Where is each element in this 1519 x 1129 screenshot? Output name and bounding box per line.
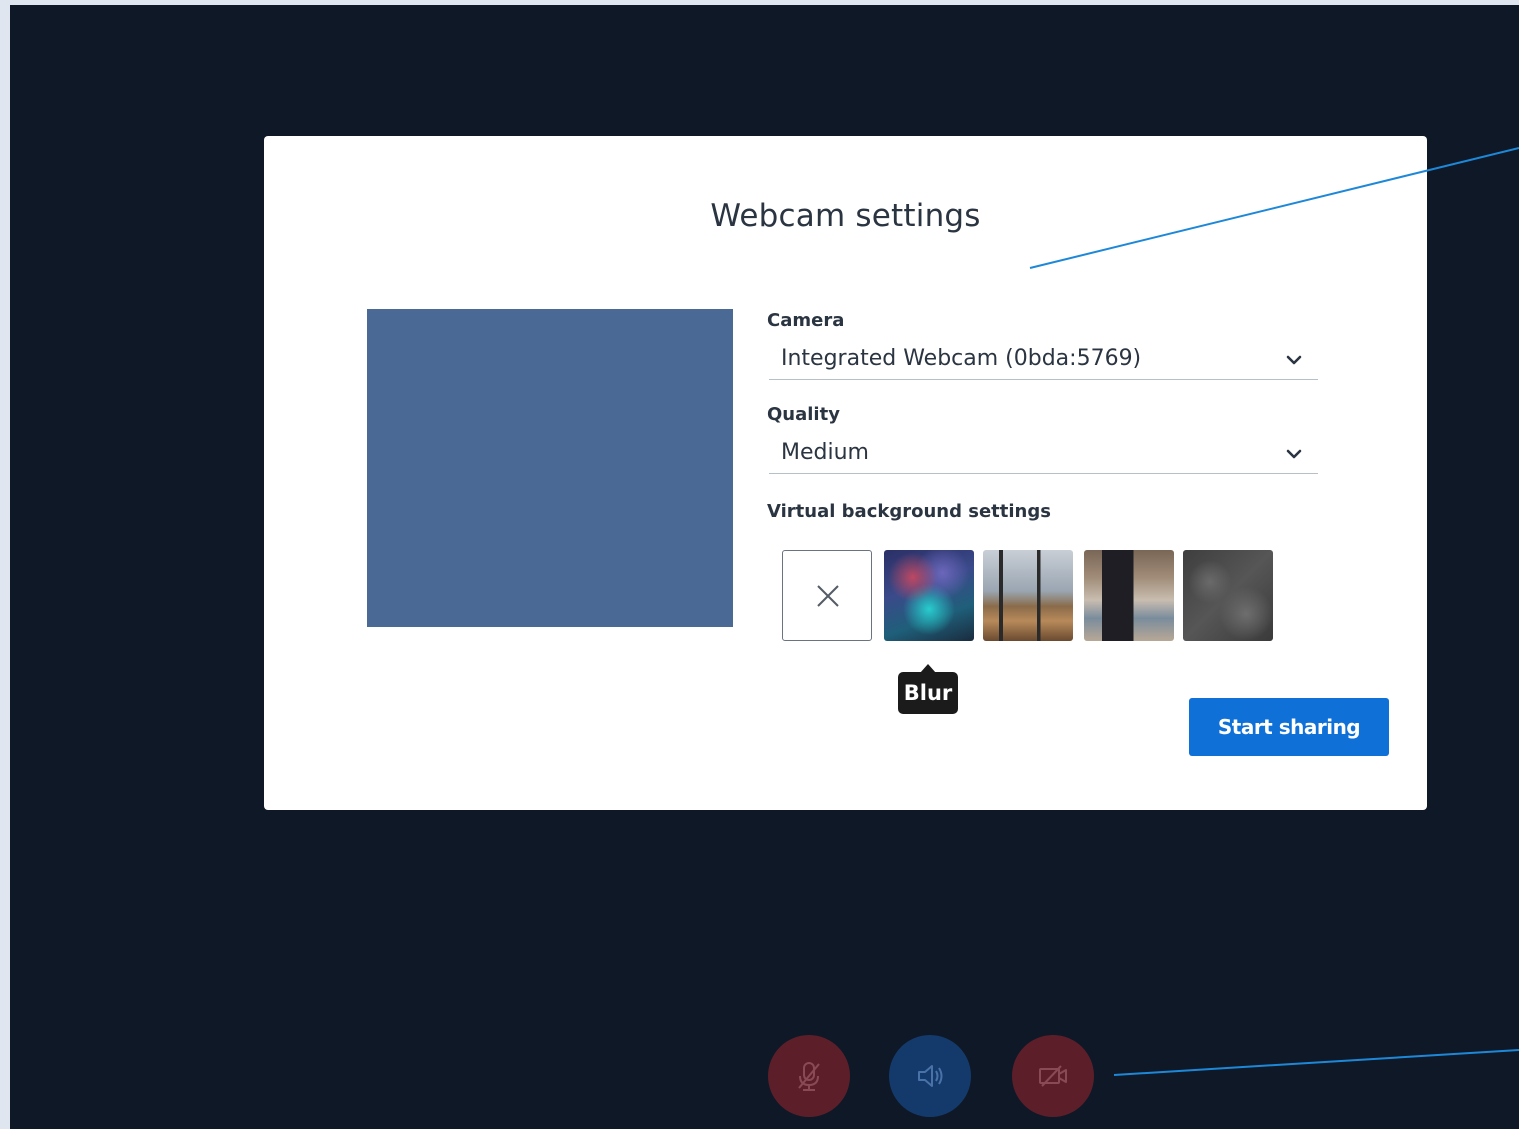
webcam-preview bbox=[367, 309, 733, 627]
speaker-icon bbox=[918, 1065, 943, 1087]
mic-off-icon bbox=[798, 1062, 820, 1091]
tooltip-text: Blur bbox=[898, 672, 958, 714]
background-home-option[interactable] bbox=[983, 550, 1073, 641]
annotation-line-controls bbox=[1113, 1049, 1519, 1076]
video-off-button[interactable] bbox=[1012, 1035, 1094, 1117]
background-office-option[interactable] bbox=[1084, 550, 1174, 641]
audio-button[interactable] bbox=[889, 1035, 971, 1117]
background-stone-option[interactable] bbox=[1183, 550, 1273, 641]
webcam-settings-modal: Webcam settings Camera Integrated Webcam… bbox=[264, 136, 1427, 810]
mute-microphone-button[interactable] bbox=[768, 1035, 850, 1117]
video-off-icon bbox=[1039, 1065, 1067, 1087]
background-blur-option[interactable] bbox=[884, 550, 974, 641]
quality-select-value: Medium bbox=[781, 440, 869, 465]
camera-select[interactable]: Integrated Webcam (0bda:5769) bbox=[769, 344, 1318, 380]
chevron-down-icon bbox=[1286, 449, 1302, 459]
start-sharing-button[interactable]: Start sharing bbox=[1189, 698, 1389, 756]
blur-tooltip: Blur bbox=[898, 664, 958, 714]
background-none-option[interactable] bbox=[782, 550, 872, 641]
modal-title: Webcam settings bbox=[710, 198, 981, 234]
virtual-background-label: Virtual background settings bbox=[767, 501, 1051, 522]
quality-select[interactable]: Medium bbox=[769, 438, 1318, 474]
camera-label: Camera bbox=[767, 310, 845, 331]
quality-label: Quality bbox=[767, 404, 840, 425]
close-icon bbox=[817, 585, 839, 607]
meeting-stage: Webcam settings Camera Integrated Webcam… bbox=[10, 5, 1519, 1129]
camera-select-value: Integrated Webcam (0bda:5769) bbox=[781, 346, 1142, 371]
chevron-down-icon bbox=[1286, 355, 1302, 365]
